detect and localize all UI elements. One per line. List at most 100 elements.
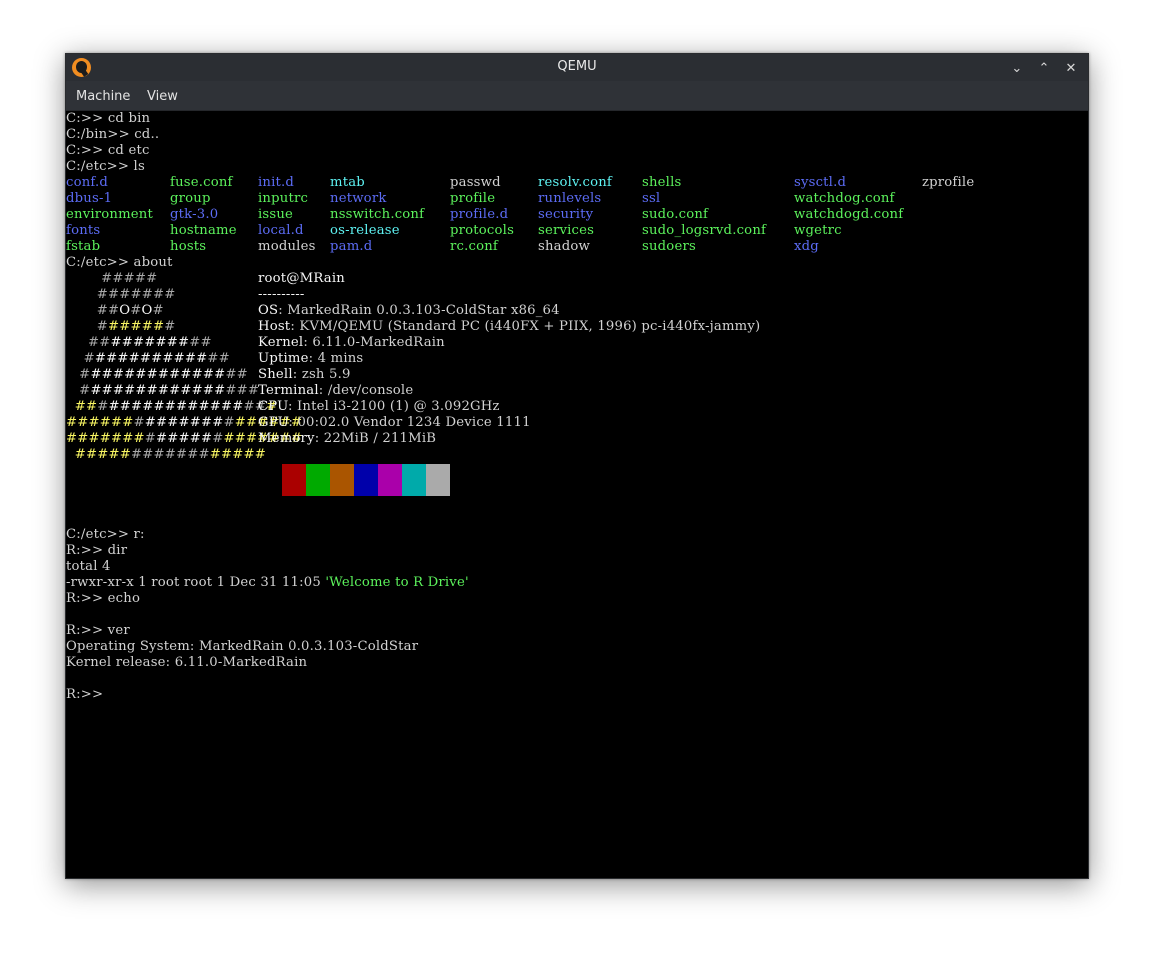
terminal-line: C:/etc>> r: (66, 527, 145, 542)
sysinfo-label: Memory (258, 431, 315, 446)
ls-entry: dbus-1 (66, 191, 113, 206)
ls-entry: security (538, 207, 594, 222)
ls-entry: fonts (66, 223, 101, 238)
ls-entry: runlevels (538, 191, 602, 206)
maximize-button[interactable]: ⌃ (1033, 58, 1055, 79)
logo-ascii-segment: # (212, 431, 224, 446)
color-swatch (354, 464, 378, 496)
logo-ascii-row: ########### (66, 335, 212, 351)
qemu-app-icon[interactable] (72, 58, 91, 77)
logo-ascii-row: ################# (66, 447, 266, 463)
logo-ascii-segment: ### (225, 383, 260, 398)
ls-entry: profile.d (450, 207, 509, 222)
vm-display[interactable]: C:>> cd bin C:/bin>> cd.. C:>> cd etc C:/et… (66, 111, 1088, 878)
ls-entry: sudo_logsrvd.conf (642, 223, 767, 238)
terminal-line: R:>> ver (66, 623, 130, 638)
sysinfo-line: Shell: zsh 5.9 (258, 367, 351, 383)
logo-ascii-segment: ###### (66, 415, 134, 430)
logo-ascii-segment: # (97, 399, 109, 414)
ls-entry: resolv.conf (538, 175, 613, 190)
logo-ascii-segment: ########## (94, 351, 208, 366)
logo-ascii-segment: # (133, 415, 145, 430)
ls-entry: issue (258, 207, 294, 222)
ls-entry: network (330, 191, 387, 206)
logo-ascii-segment: # (152, 303, 164, 318)
sysinfo-label: Uptime (258, 351, 309, 366)
ls-entry: environment (66, 207, 154, 222)
sysinfo-label: root@MRain (258, 271, 345, 286)
logo-ascii-segment: ##### (66, 271, 158, 286)
logo-ascii-row: ################ (66, 383, 259, 399)
ls-entry: local.d (258, 223, 304, 238)
logo-ascii-segment: # (144, 431, 156, 446)
ls-entry: init.d (258, 175, 295, 190)
menu-view[interactable]: View (147, 89, 178, 104)
sysinfo-line: OS: MarkedRain 0.0.3.103-ColdStar x86_64 (258, 303, 560, 319)
ls-entry: modules (258, 239, 316, 254)
terminal-line: C:/etc>> about (66, 255, 173, 270)
logo-ascii-segment: O (119, 303, 131, 318)
ls-entry: zprofile (922, 175, 975, 190)
logo-ascii-segment: ## (225, 367, 248, 382)
terminal-line: C:>> cd etc (66, 143, 150, 158)
sysinfo-value: : 6.11.0-MarkedRain (303, 335, 445, 350)
logo-ascii-segment: ############ (90, 383, 226, 398)
sysinfo-value: : 00:02.0 Vendor 1234 Device 1111 (288, 415, 531, 430)
logo-ascii-segment: # (66, 367, 91, 382)
ls-entry: sudoers (642, 239, 696, 254)
ls-entry: mtab (330, 175, 365, 190)
terminal-line: -rwxr-xr-x 1 root root 1 Dec 31 11:05 'W… (66, 575, 469, 590)
ls-entry: sudo.conf (642, 207, 709, 222)
ls-entry: gtk-3.0 (170, 207, 219, 222)
sysinfo-line: root@MRain (258, 271, 345, 287)
ls-entry: passwd (450, 175, 501, 190)
color-swatch (282, 464, 306, 496)
ls-entry: fstab (66, 239, 101, 254)
ls-entry: group (170, 191, 211, 206)
color-swatch (402, 464, 426, 496)
ls-entry: services (538, 223, 595, 238)
ls-entry: os-release (330, 223, 400, 238)
qemu-window: QEMU ⌄ ⌃ ✕ Machine View C:>> cd bin C:/bi… (65, 53, 1089, 879)
ls-entry: inputrc (258, 191, 309, 206)
sysinfo-label: CPU (258, 399, 288, 414)
terminal-line: R:>> (66, 687, 104, 702)
color-swatch (330, 464, 354, 496)
terminal-line: Kernel release: 6.11.0-MarkedRain (66, 655, 308, 670)
menu-machine[interactable]: Machine (76, 89, 130, 104)
logo-ascii-segment: # (164, 319, 176, 334)
ls-entry: hosts (170, 239, 207, 254)
color-swatch (378, 464, 402, 496)
ls-entry: pam.d (330, 239, 373, 254)
logo-ascii-segment: ##### (66, 447, 132, 462)
logo-ascii-segment: ## (189, 335, 212, 350)
logo-ascii-segment: ####### (66, 431, 145, 446)
sysinfo-label: GPU (258, 415, 289, 430)
close-button[interactable]: ✕ (1060, 58, 1082, 79)
ls-entry: sysctl.d (794, 175, 847, 190)
logo-ascii-segment: ####### (110, 335, 190, 350)
sysinfo-label: Terminal (258, 383, 319, 398)
sysinfo-value: : MarkedRain 0.0.3.103-ColdStar x86_64 (278, 303, 560, 318)
logo-ascii-segment: ##### (156, 431, 213, 446)
sysinfo-value: : zsh 5.9 (292, 367, 351, 382)
ls-entry: shadow (538, 239, 590, 254)
ls-entry: watchdogd.conf (794, 207, 904, 222)
terminal-line: total 4 (66, 559, 111, 574)
ls-entry: hostname (170, 223, 237, 238)
sysinfo-line: Kernel: 6.11.0-MarkedRain (258, 335, 445, 351)
sysinfo-line: Host: KVM/QEMU (Standard PC (i440FX + PI… (258, 319, 760, 335)
ls-entry: protocols (450, 223, 515, 238)
terminal-line: C:/etc>> ls (66, 159, 145, 174)
ls-entry: watchdog.conf (794, 191, 895, 206)
ls-entry: profile (450, 191, 496, 206)
terminal-line: C:>> cd bin (66, 111, 151, 126)
file-name-highlight: 'Welcome to R Drive' (325, 575, 469, 590)
sysinfo-label: Kernel (258, 335, 304, 350)
title-bar[interactable]: QEMU ⌄ ⌃ ✕ (66, 54, 1088, 81)
window-controls: ⌄ ⌃ ✕ (1006, 57, 1082, 78)
logo-ascii-segment: # (66, 383, 91, 398)
sysinfo-value: : Intel i3-2100 (1) @ 3.092GHz (287, 399, 500, 414)
sysinfo-label: Shell (258, 367, 293, 382)
minimize-button[interactable]: ⌄ (1006, 58, 1028, 79)
